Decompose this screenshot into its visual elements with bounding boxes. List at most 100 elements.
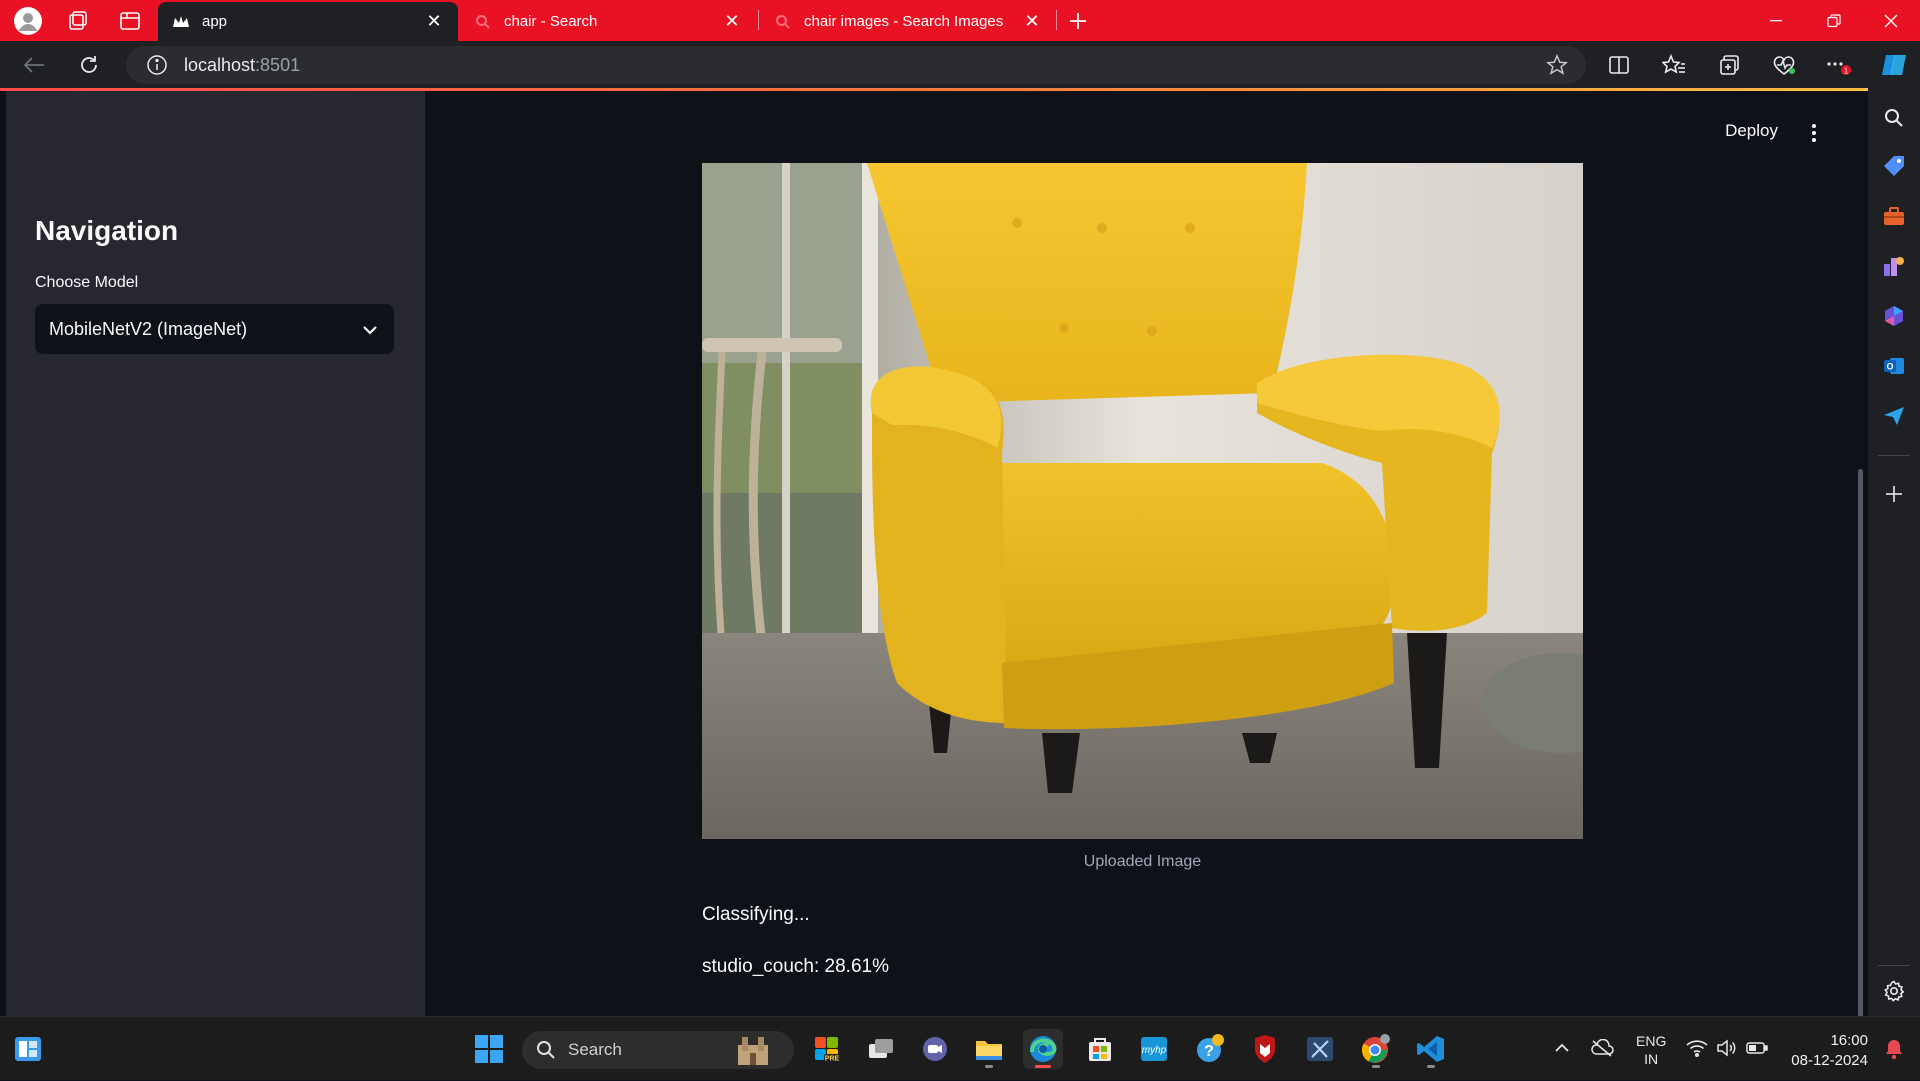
site-info-icon[interactable] bbox=[146, 54, 168, 76]
browser-toolbar: localhost :8501 1 bbox=[0, 41, 1920, 89]
url-host: localhost bbox=[184, 54, 256, 75]
edge-sidebar: O bbox=[1868, 89, 1920, 1016]
search-icon bbox=[774, 13, 792, 31]
model-select[interactable]: MobileNetV2 (ImageNet) bbox=[35, 304, 394, 354]
svg-text:1: 1 bbox=[1844, 67, 1849, 76]
sidebar-divider bbox=[1878, 455, 1910, 456]
profile-avatar-icon[interactable] bbox=[9, 0, 47, 41]
send-icon[interactable] bbox=[1881, 403, 1907, 429]
gear-icon[interactable] bbox=[1881, 978, 1907, 1004]
taskbar-search[interactable]: Search bbox=[522, 1031, 794, 1069]
favorites-icon[interactable] bbox=[1658, 49, 1690, 81]
running-indicator bbox=[1372, 1065, 1380, 1068]
running-indicator bbox=[1427, 1065, 1435, 1068]
svg-text:?: ? bbox=[1204, 1043, 1214, 1060]
sidebar-title: Navigation bbox=[35, 215, 179, 246]
volume-icon[interactable] bbox=[1716, 1038, 1736, 1060]
window-close-icon[interactable] bbox=[1862, 0, 1920, 41]
active-indicator bbox=[1035, 1065, 1051, 1068]
image-caption: Uploaded Image bbox=[1083, 853, 1202, 870]
address-bar[interactable]: localhost :8501 bbox=[126, 46, 1586, 84]
widgets-icon[interactable] bbox=[8, 1029, 48, 1069]
minimize-icon[interactable] bbox=[1747, 0, 1805, 41]
tab-actions-icon[interactable] bbox=[111, 0, 149, 41]
workspaces-icon[interactable] bbox=[59, 0, 97, 41]
chevron-down-icon bbox=[362, 320, 378, 341]
tab-app[interactable]: app ✕ bbox=[158, 2, 458, 41]
snipping-tool-icon[interactable] bbox=[1300, 1029, 1340, 1069]
tab-close-icon[interactable]: ✕ bbox=[722, 11, 742, 32]
tab-label: chair - Search bbox=[504, 13, 598, 30]
copilot-pre-icon[interactable]: PRE bbox=[807, 1029, 847, 1069]
search-icon[interactable] bbox=[1881, 105, 1907, 131]
running-indicator bbox=[985, 1065, 993, 1068]
tab-close-icon[interactable]: ✕ bbox=[424, 11, 444, 32]
tab-close-icon[interactable]: ✕ bbox=[1022, 11, 1042, 32]
browser-essentials-icon[interactable] bbox=[1768, 49, 1800, 81]
mcafee-shield-icon[interactable] bbox=[1245, 1029, 1285, 1069]
shopping-tag-icon[interactable] bbox=[1881, 153, 1907, 179]
system-clock[interactable]: 16:00 08-12-2024 bbox=[1791, 1031, 1868, 1071]
tools-briefcase-icon[interactable] bbox=[1881, 203, 1907, 229]
games-icon[interactable] bbox=[1881, 253, 1907, 279]
page-scrollbar[interactable] bbox=[1858, 469, 1863, 1024]
back-arrow-icon[interactable] bbox=[16, 47, 52, 83]
browser-tab-bar: app ✕ chair - Search ✕ chair images - Se… bbox=[0, 0, 1920, 41]
chat-video-icon[interactable] bbox=[915, 1029, 955, 1069]
app-sidebar: Navigation Choose Model MobileNetV2 (Ima… bbox=[6, 91, 425, 1016]
language-code: ENG bbox=[1636, 1033, 1667, 1049]
tab-separator bbox=[758, 10, 759, 30]
split-screen-icon[interactable] bbox=[1603, 49, 1635, 81]
reload-icon[interactable] bbox=[71, 47, 107, 83]
search-icon bbox=[474, 13, 492, 31]
more-options-icon[interactable]: 1 bbox=[1823, 49, 1855, 81]
copilot-icon[interactable] bbox=[1878, 49, 1910, 81]
deploy-button[interactable]: Deploy bbox=[1725, 121, 1778, 141]
new-tab-icon[interactable] bbox=[1059, 0, 1097, 41]
taskbar-search-placeholder: Search bbox=[568, 1040, 622, 1059]
favorite-star-icon[interactable] bbox=[1545, 53, 1569, 81]
url-port: :8501 bbox=[255, 54, 301, 75]
prediction-result: studio_couch: 28.61% bbox=[702, 956, 889, 977]
file-explorer-icon[interactable] bbox=[969, 1029, 1009, 1069]
windows-taskbar: Search PRE myhp ? ENG IN 16:00 08-12-202… bbox=[0, 1016, 1920, 1080]
edge-browser-icon[interactable] bbox=[1023, 1029, 1063, 1069]
restore-icon[interactable] bbox=[1805, 0, 1863, 41]
tab-label: chair images - Search Images bbox=[804, 13, 1004, 30]
input-language[interactable]: ENG IN bbox=[1636, 1032, 1666, 1068]
main-menu-icon[interactable] bbox=[1804, 121, 1824, 145]
add-icon[interactable] bbox=[1881, 481, 1907, 507]
chevron-up-icon[interactable] bbox=[1554, 1041, 1570, 1057]
tab-label: app bbox=[202, 13, 228, 30]
wifi-icon[interactable] bbox=[1686, 1039, 1708, 1060]
tab-chair-images[interactable]: chair images - Search Images ✕ bbox=[760, 2, 1056, 41]
microsoft-store-icon[interactable] bbox=[1080, 1029, 1120, 1069]
help-icon[interactable]: ? bbox=[1190, 1029, 1230, 1069]
svg-text:PRE: PRE bbox=[825, 1056, 840, 1063]
sidebar-divider bbox=[1878, 965, 1910, 966]
battery-icon[interactable] bbox=[1746, 1041, 1768, 1058]
clock-date: 08-12-2024 bbox=[1791, 1052, 1868, 1069]
task-view-icon[interactable] bbox=[861, 1029, 901, 1069]
microsoft-365-icon[interactable] bbox=[1881, 303, 1907, 329]
notification-bell-icon[interactable] bbox=[1874, 1029, 1914, 1069]
myhp-icon[interactable]: myhp bbox=[1134, 1029, 1174, 1069]
vscode-icon[interactable] bbox=[1411, 1029, 1451, 1069]
uploaded-image bbox=[702, 163, 1583, 839]
search-highlight-landmark-icon bbox=[734, 1035, 772, 1065]
tab-chair-search[interactable]: chair - Search ✕ bbox=[460, 2, 756, 41]
onedrive-offline-icon[interactable] bbox=[1590, 1038, 1614, 1060]
clock-time: 16:00 bbox=[1830, 1032, 1868, 1049]
outlook-icon[interactable]: O bbox=[1881, 353, 1907, 379]
model-select-label: Choose Model bbox=[35, 274, 139, 291]
tab-separator bbox=[1056, 10, 1057, 30]
model-select-value: MobileNetV2 (ImageNet) bbox=[49, 318, 248, 339]
svg-text:myhp: myhp bbox=[1142, 1045, 1167, 1056]
streamlit-app: Navigation Choose Model MobileNetV2 (Ima… bbox=[0, 91, 1866, 1024]
collections-icon[interactable] bbox=[1713, 49, 1745, 81]
status-text: Classifying... bbox=[702, 904, 810, 925]
svg-text:O: O bbox=[1886, 362, 1893, 372]
streamlit-crown-icon bbox=[172, 13, 190, 31]
windows-start-icon[interactable] bbox=[469, 1029, 509, 1069]
chrome-icon[interactable] bbox=[1356, 1029, 1396, 1069]
